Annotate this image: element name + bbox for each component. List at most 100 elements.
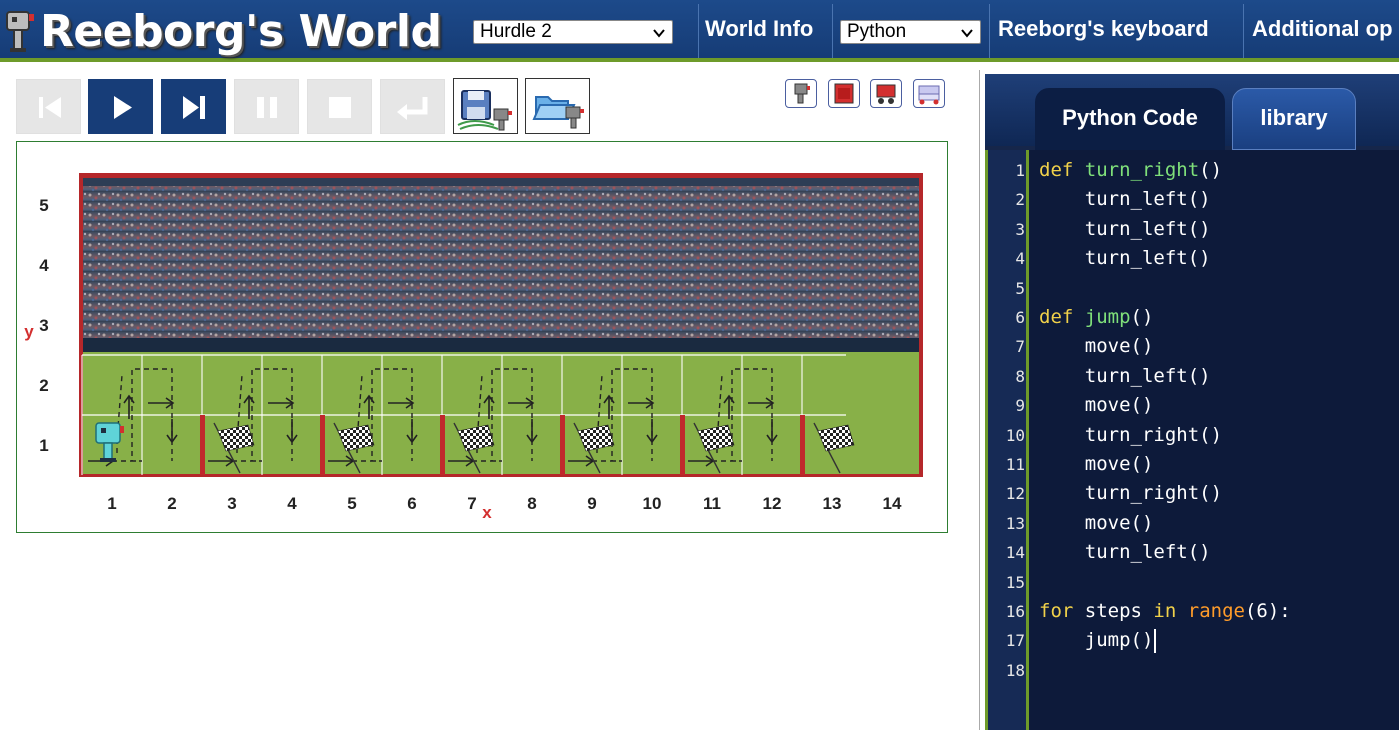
- reeborgs-keyboard-link[interactable]: Reeborg's keyboard: [998, 16, 1209, 42]
- code-text: move(): [1039, 450, 1154, 479]
- code-text: move(): [1039, 391, 1154, 420]
- x-axis-label: 2: [167, 494, 176, 513]
- code-line[interactable]: 15: [985, 568, 1399, 597]
- step-forward-icon: [183, 96, 205, 119]
- app-title: Reeborg's World: [40, 6, 442, 57]
- red-robot-icon: [876, 84, 896, 104]
- code-line[interactable]: 3 turn_left(): [985, 215, 1399, 244]
- stop-icon: [329, 97, 351, 118]
- line-number: 11: [1005, 455, 1025, 474]
- x-axis-label: 4: [287, 494, 297, 513]
- world-canvas[interactable]: 1 2 3 4 5 6 7 8 9 10 11 12 13 14 1 2 3 4 5 x y: [16, 141, 948, 533]
- code-line[interactable]: 12 turn_right(): [985, 479, 1399, 508]
- code-line[interactable]: 9 move(): [985, 391, 1399, 420]
- code-text: move(): [1039, 509, 1154, 538]
- code-token: 6: [1256, 600, 1268, 622]
- save-robot-icon: [457, 90, 512, 131]
- world-select[interactable]: Hurdle 2: [473, 20, 673, 44]
- code-token: turn_left(): [1039, 364, 1211, 387]
- code-line[interactable]: 1 def turn_right(): [985, 156, 1399, 185]
- code-line[interactable]: 2 turn_left(): [985, 185, 1399, 214]
- stop-button[interactable]: [307, 79, 372, 134]
- red-robot-button[interactable]: [870, 79, 902, 108]
- code-token: turn_right(): [1039, 423, 1223, 446]
- code-token: in: [1153, 600, 1177, 622]
- line-number: 16: [1005, 602, 1025, 621]
- code-token: def: [1039, 306, 1074, 328]
- robot-icon: [794, 83, 810, 104]
- code-line[interactable]: 18: [985, 656, 1399, 685]
- line-number: 12: [1005, 484, 1025, 504]
- language-select[interactable]: Python: [840, 20, 981, 44]
- stadium-wall: [83, 338, 919, 352]
- return-button[interactable]: [380, 79, 445, 134]
- code-token: jump(): [1039, 629, 1154, 652]
- film-button[interactable]: [828, 79, 860, 108]
- conveyor-icon: [918, 85, 940, 105]
- open-button[interactable]: [525, 78, 590, 134]
- tab-library[interactable]: library: [1232, 88, 1356, 150]
- hurdle-wall: [560, 415, 565, 475]
- line-number: 10: [1005, 425, 1025, 445]
- code-line[interactable]: 6 def jump(): [985, 303, 1399, 332]
- step-button[interactable]: [161, 79, 226, 134]
- hurdle-wall: [320, 415, 325, 475]
- line-number: 4: [1015, 249, 1025, 269]
- code-line[interactable]: 17 jump(): [985, 626, 1399, 655]
- run-button[interactable]: [88, 79, 153, 134]
- line-number: 17: [1005, 631, 1025, 651]
- code-editor[interactable]: 1 def turn_right() 2 turn_left() 3 turn_lef…: [985, 150, 1399, 730]
- line-number: 6: [1015, 308, 1025, 327]
- code-token: turn_left(): [1039, 217, 1211, 240]
- world-grid: 1 2 3 4 5 6 7 8 9 10 11 12 13 1412345xy: [24, 173, 923, 522]
- tab-python-code[interactable]: Python Code: [1035, 88, 1225, 150]
- y-axis-label: 3: [39, 316, 48, 335]
- x-axis-label: 3: [227, 494, 236, 513]
- code-line[interactable]: 16 for steps in range(6):: [985, 597, 1399, 626]
- code-line[interactable]: 11 move(): [985, 450, 1399, 479]
- reload-button[interactable]: [16, 79, 81, 134]
- field-highlight: [83, 352, 919, 474]
- x-axis-label: 7: [467, 494, 476, 513]
- code-line[interactable]: 7 move(): [985, 332, 1399, 361]
- conveyor-button[interactable]: [913, 79, 945, 108]
- hurdle-wall: [800, 415, 805, 475]
- y-axis-label: 5: [39, 196, 48, 215]
- line-number: 8: [1015, 366, 1025, 386]
- code-line[interactable]: 5: [985, 274, 1399, 303]
- code-line[interactable]: 8 turn_left(): [985, 362, 1399, 391]
- code-line[interactable]: 4 turn_left(): [985, 244, 1399, 273]
- reeborg-logo-icon: [6, 11, 34, 52]
- stadium-roof: [83, 178, 919, 186]
- line-number: 3: [1015, 219, 1025, 239]
- code-token: move(): [1039, 453, 1154, 475]
- x-axis-label: 9: [587, 494, 596, 513]
- pause-button[interactable]: [234, 79, 299, 134]
- line-number: 15: [1005, 572, 1025, 592]
- code-text: turn_right(): [1039, 421, 1222, 450]
- code-text: def jump(): [1039, 303, 1153, 332]
- x-axis-label: 8: [527, 494, 536, 513]
- chevron-down-icon: [960, 24, 974, 46]
- robot-menu-button[interactable]: [785, 79, 817, 108]
- code-text: for steps in range(6):: [1039, 597, 1291, 626]
- additional-options-link[interactable]: Additional op: [1252, 16, 1393, 42]
- x-axis-name: x: [482, 503, 492, 522]
- header-separator: [989, 4, 990, 58]
- code-token: move(): [1039, 394, 1154, 417]
- world-info-link[interactable]: World Info: [705, 16, 813, 42]
- code-line[interactable]: 13 move(): [985, 509, 1399, 538]
- code-token: ):: [1267, 600, 1291, 622]
- panel-divider[interactable]: [979, 70, 980, 730]
- return-icon: [397, 97, 428, 120]
- x-axis-label: 5: [347, 494, 356, 513]
- code-line[interactable]: 14 turn_left(): [985, 538, 1399, 567]
- line-number: 2: [1015, 190, 1025, 210]
- pause-icon: [257, 97, 277, 118]
- save-button[interactable]: [453, 78, 518, 134]
- code-line[interactable]: 10 turn_right(): [985, 421, 1399, 450]
- code-token: turn_left(): [1039, 188, 1211, 211]
